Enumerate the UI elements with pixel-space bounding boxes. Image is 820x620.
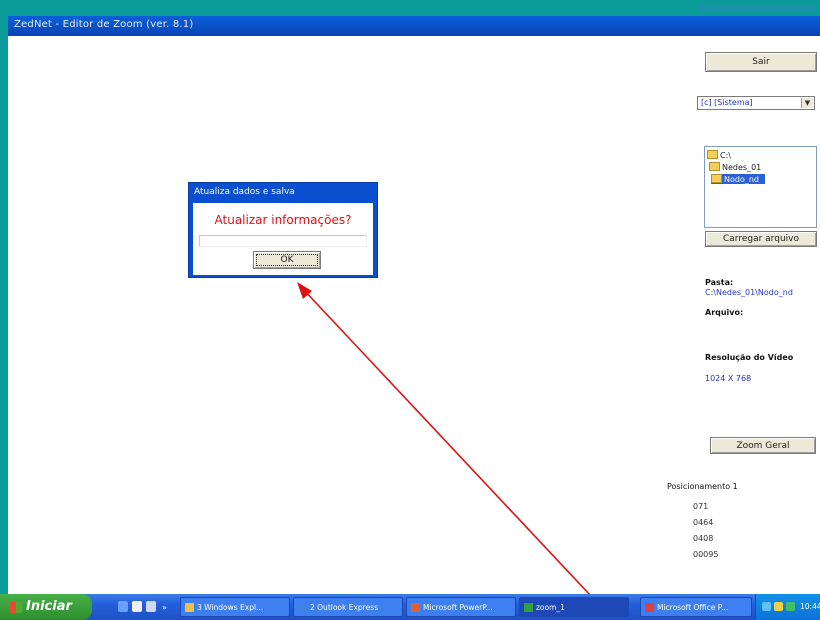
system-tray: 10:44 <box>755 594 820 620</box>
ie-icon[interactable] <box>118 601 128 612</box>
desktop-icon[interactable] <box>146 601 156 612</box>
windows-logo-icon <box>10 602 22 613</box>
app-icon <box>524 603 533 612</box>
start-label: Iniciar <box>26 599 72 614</box>
security-icon[interactable] <box>786 602 795 611</box>
network-icon[interactable] <box>762 602 771 611</box>
outlook-icon[interactable] <box>132 601 142 612</box>
taskbar-item[interactable]: 2 Outlook Express <box>293 597 403 617</box>
taskbar-item[interactable]: Microsoft Office P... <box>640 597 752 617</box>
powerpoint-icon <box>411 603 420 612</box>
arrow-line <box>301 287 607 613</box>
chevron-right-icon[interactable]: » <box>162 603 168 612</box>
folder-icon <box>185 603 194 612</box>
volume-icon[interactable] <box>774 602 783 611</box>
taskbar-item[interactable]: Microsoft PowerP... <box>406 597 516 617</box>
taskbar-item[interactable]: 3 Windows Expl... <box>180 597 290 617</box>
annotation-arrow <box>297 282 607 613</box>
taskbar-item-active[interactable]: zoom_1 <box>519 597 629 617</box>
outlook-express-icon <box>298 603 307 612</box>
office-icon <box>645 603 654 612</box>
clock: 10:44 <box>800 602 820 611</box>
taskbar: Iniciar » 3 Windows Expl... 2 Outlook Ex… <box>0 594 820 620</box>
start-button[interactable]: Iniciar <box>0 594 92 620</box>
